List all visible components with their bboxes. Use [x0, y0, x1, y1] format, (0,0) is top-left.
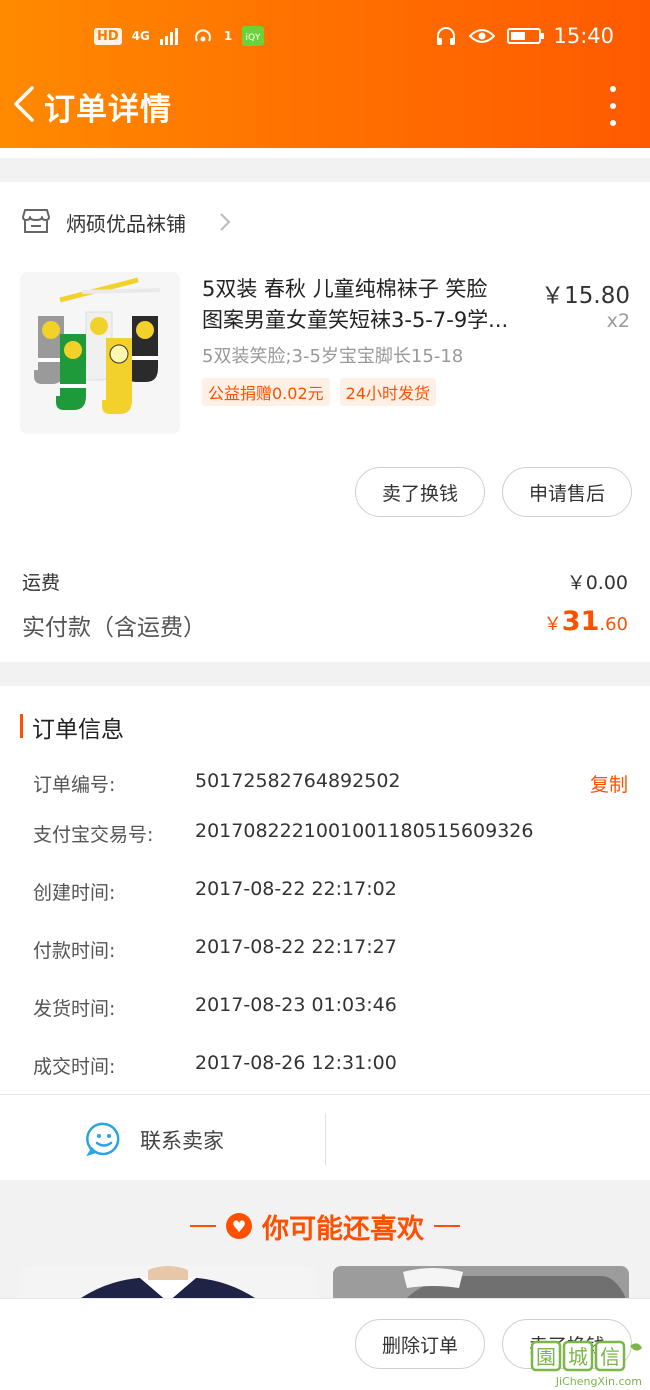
copy-button[interactable]: 复制 [590, 770, 628, 797]
app-header: HD 4G 1 iQY 15:40 订单详情 [0, 0, 650, 148]
status-bar: HD 4G 1 iQY 15:40 [0, 22, 650, 54]
product-sku: 5双装笑脸;3-5岁宝宝脚长15-18 [202, 346, 464, 367]
shipped-time-row: 发货时间: 2017-08-23 01:03:46 [33, 994, 633, 1024]
battery-icon [507, 28, 545, 44]
total-integer: 31 [561, 606, 600, 637]
info-value: 2017-08-22 22:17:02 [195, 878, 397, 900]
product-title[interactable]: 5双装 春秋 儿童纯棉袜子 笑脸 图案男童女童笑短袜3-5-7-9学... [202, 274, 532, 336]
shipping-value: ￥0.00 [566, 572, 628, 594]
product-image[interactable] [20, 272, 180, 434]
section-accent-bar [20, 714, 23, 738]
svg-text:iQY: iQY [246, 33, 262, 43]
hd-badge: HD [94, 27, 122, 45]
order-info-card: 订单信息 订单编号: 50172582764892502 复制 支付宝交易号: … [0, 686, 650, 1180]
eye-icon [469, 29, 496, 43]
sim-number: 1 [223, 29, 233, 43]
info-key: 发货时间: [33, 998, 116, 1020]
completed-time-row: 成交时间: 2017-08-26 12:31:00 [33, 1052, 633, 1082]
divider [325, 1113, 326, 1165]
info-value: 2017-08-23 01:03:46 [195, 994, 397, 1016]
shipping-tag: 24小时发货 [339, 378, 437, 406]
product-title-line1: 5双装 春秋 儿童纯棉袜子 笑脸 [202, 277, 488, 301]
total-value: ￥31.60 [544, 606, 628, 637]
charity-tag: 公益捐赠0.02元 [202, 378, 330, 406]
shipping-label: 运费 [22, 572, 61, 594]
network-type: 4G [131, 29, 150, 43]
back-arrow-icon[interactable] [10, 84, 40, 124]
more-dot [610, 120, 616, 126]
info-key: 支付宝交易号: [33, 824, 154, 846]
store-name: 炳硕优品袜铺 [66, 212, 186, 236]
iqiyi-app-icon: iQY [242, 26, 265, 46]
info-value: 2017-08-22 22:17:27 [195, 936, 397, 958]
info-value: 2017-08-26 12:31:00 [195, 1052, 397, 1074]
heart-icon: ♥ [226, 1213, 252, 1239]
clock: 15:40 [553, 24, 614, 48]
info-key: 成交时间: [33, 1056, 116, 1078]
info-value: 2017082221001001180515609326 [195, 820, 534, 842]
product-price: ￥15.80 [541, 283, 630, 309]
recommend-header: ♥ 你可能还喜欢 [0, 1206, 650, 1246]
chevron-right-icon [220, 213, 231, 231]
recommend-title: 你可能还喜欢 [262, 1213, 424, 1245]
product-title-line2: 图案男童女童笑短袜3-5-7-9学... [202, 308, 509, 332]
delete-order-button[interactable]: 删除订单 [355, 1319, 485, 1369]
status-left: HD 4G 1 iQY [94, 26, 265, 46]
header-spacer [0, 148, 650, 158]
section-title: 订单信息 [32, 717, 124, 743]
contact-seller-row: 联系卖家 [0, 1094, 650, 1180]
info-key: 付款时间: [33, 940, 116, 962]
store-row[interactable]: 炳硕优品袜铺 [0, 182, 650, 262]
created-time-row: 创建时间: 2017-08-22 22:17:02 [33, 878, 633, 908]
info-key: 订单编号: [33, 774, 116, 796]
decor-line-left [190, 1225, 216, 1227]
product-tags: 公益捐赠0.02元 24小时发货 [202, 378, 437, 406]
order-number-row: 订单编号: 50172582764892502 [33, 770, 633, 800]
sell-button[interactable]: 卖了换钱 [355, 467, 485, 517]
more-menu-icon[interactable] [606, 86, 620, 126]
signal-icon [159, 28, 178, 45]
hotspot-icon [194, 29, 211, 42]
product-quantity: x2 [606, 310, 630, 332]
page-title: 订单详情 [44, 92, 172, 128]
more-dot [610, 86, 616, 92]
headset-icon [437, 27, 456, 45]
paid-time-row: 付款时间: 2017-08-22 22:17:27 [33, 936, 633, 966]
total-currency: ￥ [543, 614, 562, 635]
socks-illustration [20, 272, 180, 434]
watermark-text: JiChengXin.com [555, 1375, 642, 1388]
after-sale-button[interactable]: 申请售后 [502, 467, 632, 517]
status-right: 15:40 [435, 24, 614, 48]
svg-text:信: 信 [600, 1345, 620, 1369]
order-item-card: 炳硕优品袜铺 5双装 春秋 儿童纯棉袜子 笑脸 图案男童女童笑短袜3-5-7-9… [0, 182, 650, 662]
svg-text:園: 園 [536, 1345, 556, 1369]
contact-seller-button[interactable]: 联系卖家 [140, 1125, 224, 1155]
decor-line-right [434, 1225, 460, 1227]
info-key: 创建时间: [33, 882, 116, 904]
info-value: 50172582764892502 [195, 770, 401, 792]
total-label: 实付款（含运费） [22, 615, 206, 641]
svg-text:城: 城 [568, 1345, 588, 1369]
chat-bubble-icon[interactable] [86, 1121, 122, 1157]
store-icon [22, 209, 50, 233]
total-decimal: .60 [599, 614, 628, 635]
alipay-trade-row: 支付宝交易号: 2017082221001001180515609326 [33, 820, 633, 850]
more-dot [610, 103, 616, 109]
